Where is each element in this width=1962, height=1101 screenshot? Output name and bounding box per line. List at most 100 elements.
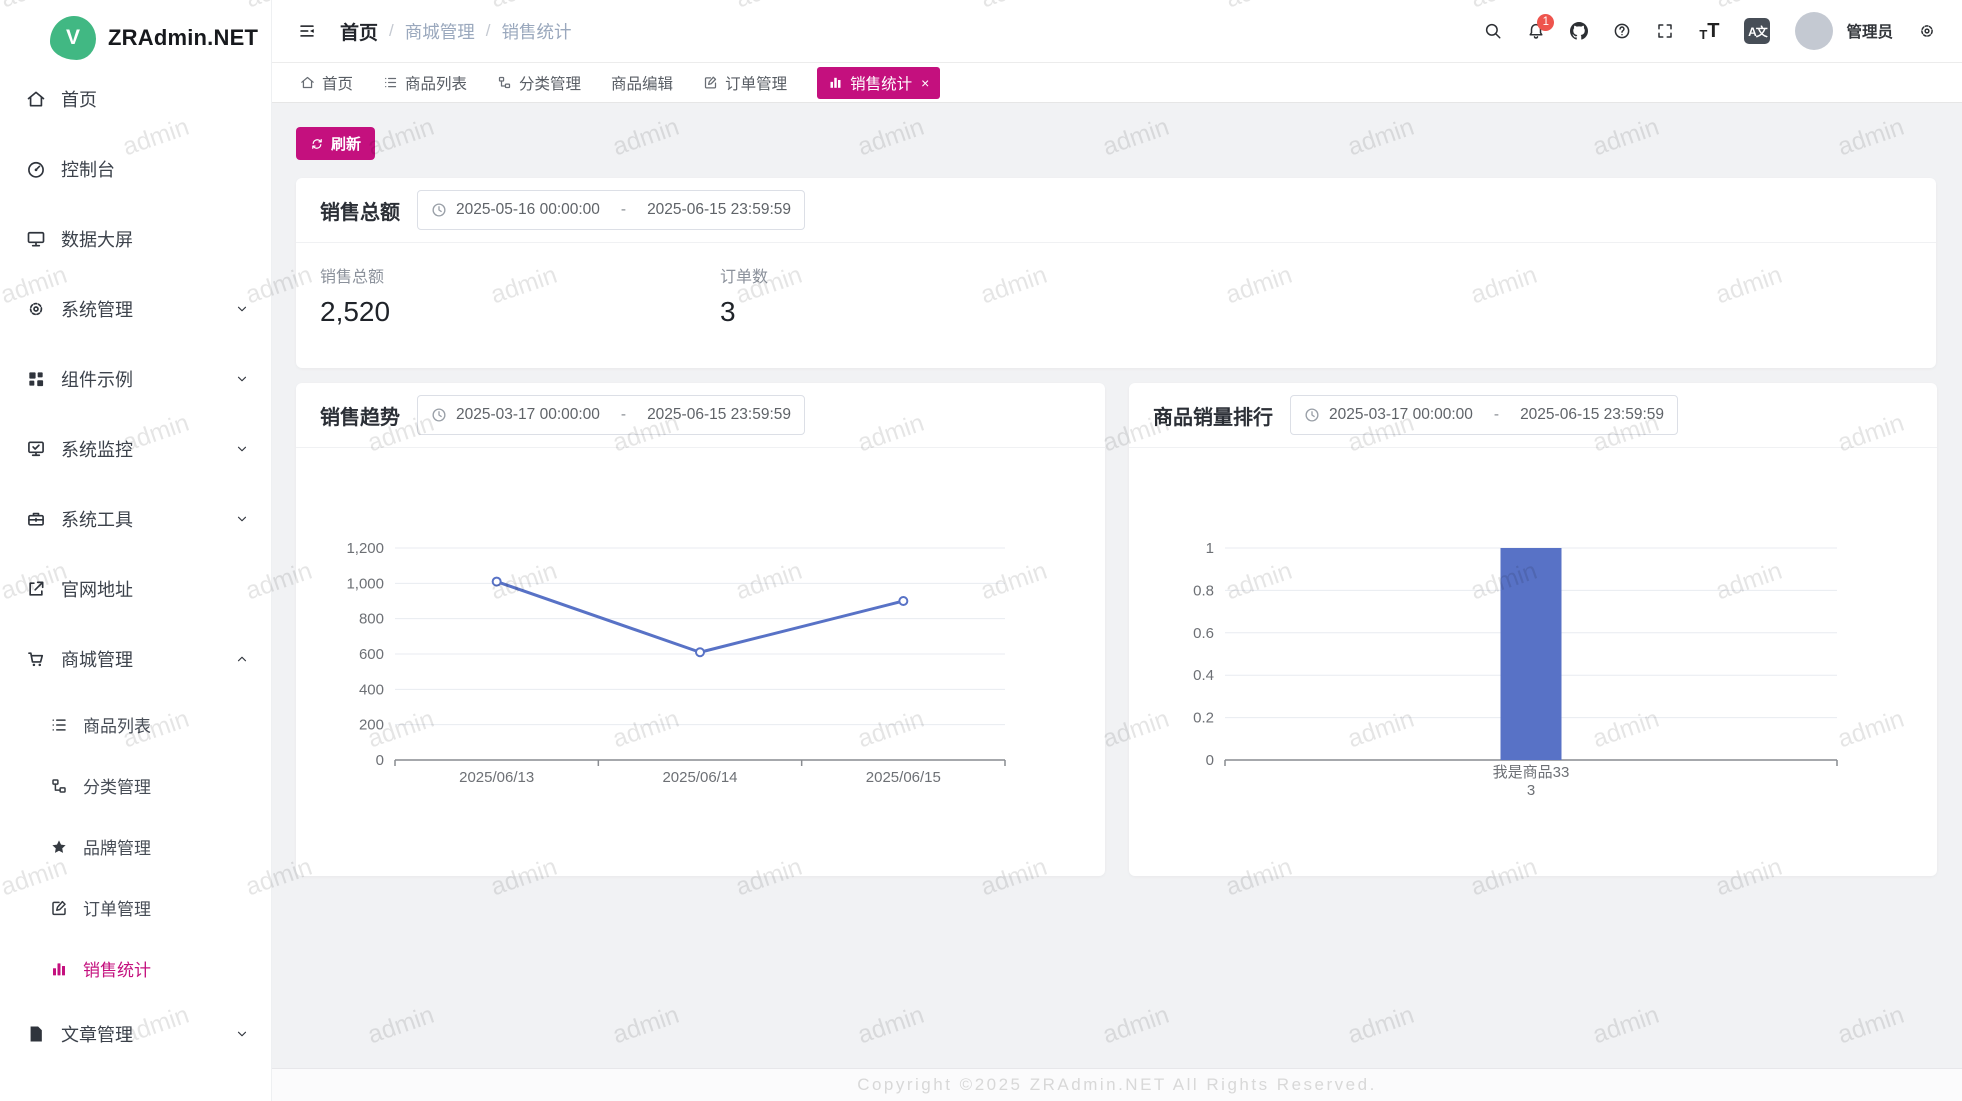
sidebar-item-tools[interactable]: 系统工具 xyxy=(0,484,271,554)
chevron-up-icon xyxy=(235,652,249,666)
svg-text:400: 400 xyxy=(359,681,384,698)
breadcrumb-separator: / xyxy=(389,21,394,41)
sales-total-card: 销售总额 2025-05-16 00:00:00 - 2025-06-15 23… xyxy=(296,178,1936,368)
monitor-icon xyxy=(26,439,46,459)
sidebar-item-order-admin[interactable]: 订单管理 xyxy=(0,877,271,938)
sidebar-item-system-admin[interactable]: 系统管理 xyxy=(0,274,271,344)
category-icon xyxy=(497,75,512,90)
card-header: 销售总额 2025-05-16 00:00:00 - 2025-06-15 23… xyxy=(296,178,1936,243)
clock-icon xyxy=(431,407,447,423)
chevron-down-icon xyxy=(235,442,249,456)
sidebar-item-website[interactable]: 官网地址 xyxy=(0,554,271,624)
svg-text:我是商品33: 我是商品33 xyxy=(1493,764,1570,781)
help-icon[interactable] xyxy=(1613,22,1631,40)
svg-text:0.2: 0.2 xyxy=(1193,710,1214,727)
sidebar-item-components[interactable]: 组件示例 xyxy=(0,344,271,414)
sidebar-item-monitoring[interactable]: 系统监控 xyxy=(0,414,271,484)
sidebar-item-product-list[interactable]: 商品列表 xyxy=(0,694,271,755)
external-link-icon xyxy=(26,579,46,599)
svg-text:0: 0 xyxy=(376,752,384,769)
user-name[interactable]: 管理员 xyxy=(1846,20,1893,42)
sidebar-item-label: 系统管理 xyxy=(61,296,133,322)
search-icon[interactable] xyxy=(1484,22,1502,40)
font-size-small: T xyxy=(1699,28,1707,41)
date-start: 2025-03-17 00:00:00 xyxy=(1329,406,1473,424)
logo-icon: V xyxy=(50,16,96,60)
tab-sales-stats[interactable]: 销售统计 × xyxy=(817,67,940,99)
stat-value: 3 xyxy=(720,296,1120,328)
notifications-button[interactable]: 1 xyxy=(1527,22,1545,40)
sidebar-item-articles[interactable]: 文章管理 xyxy=(0,999,271,1069)
card-title: 商品销量排行 xyxy=(1153,401,1273,430)
sidebar-item-brand-admin[interactable]: 品牌管理 xyxy=(0,816,271,877)
big-screen-icon xyxy=(26,229,46,249)
font-size-icon[interactable]: TT xyxy=(1699,21,1719,41)
svg-text:2025/06/14: 2025/06/14 xyxy=(662,769,737,786)
clock-icon xyxy=(431,202,447,218)
card-header: 销售趋势 2025-03-17 00:00:00 - 2025-06-15 23… xyxy=(296,383,1105,448)
tab-category-admin[interactable]: 分类管理 xyxy=(497,72,581,94)
date-range-picker[interactable]: 2025-03-17 00:00:00 - 2025-06-15 23:59:5… xyxy=(1290,395,1678,435)
sidebar-item-sales-stats[interactable]: 销售统计 xyxy=(0,938,271,999)
sidebar-fold-icon[interactable] xyxy=(298,22,316,40)
product-rank-card: 商品销量排行 2025-03-17 00:00:00 - 2025-06-15 … xyxy=(1129,383,1937,876)
svg-text:0.8: 0.8 xyxy=(1193,582,1214,599)
github-icon[interactable] xyxy=(1570,22,1588,40)
bar-chart-icon xyxy=(50,960,68,978)
sidebar-item-label: 系统工具 xyxy=(61,506,133,532)
stats-row: 销售总额 2,520 订单数 3 xyxy=(296,243,1936,328)
settings-gear-icon[interactable] xyxy=(1918,22,1936,40)
breadcrumb-mall[interactable]: 商城管理 xyxy=(405,19,475,44)
translate-icon[interactable]: A文 xyxy=(1744,18,1770,44)
close-icon[interactable]: × xyxy=(921,75,929,91)
chevron-down-icon xyxy=(235,512,249,526)
date-range-picker[interactable]: 2025-05-16 00:00:00 - 2025-06-15 23:59:5… xyxy=(417,190,805,230)
tab-label: 订单管理 xyxy=(725,72,787,94)
clock-icon xyxy=(1304,407,1320,423)
dashboard-icon xyxy=(26,159,46,179)
tab-product-edit[interactable]: 商品编辑 xyxy=(611,72,673,94)
tab-label: 商品列表 xyxy=(405,72,467,94)
sidebar-item-big-screen[interactable]: 数据大屏 xyxy=(0,204,271,274)
sidebar-item-label: 品牌管理 xyxy=(83,834,151,859)
sidebar-item-mall[interactable]: 商城管理 xyxy=(0,624,271,694)
sidebar-item-home[interactable]: 首页 xyxy=(0,64,271,134)
stat-value: 2,520 xyxy=(320,296,720,328)
tab-home[interactable]: 首页 xyxy=(300,72,353,94)
date-end: 2025-06-15 23:59:59 xyxy=(647,406,791,424)
sidebar-item-label: 控制台 xyxy=(61,156,115,182)
breadcrumb-sales-stats[interactable]: 销售统计 xyxy=(501,19,571,44)
fullscreen-icon[interactable] xyxy=(1656,22,1674,40)
list-icon xyxy=(383,75,398,90)
main-content: 刷新 销售总额 2025-05-16 00:00:00 - 2025-06-15… xyxy=(272,103,1962,1101)
stat-order-count: 订单数 3 xyxy=(720,263,1120,328)
sidebar-item-label: 商城管理 xyxy=(61,646,133,672)
chevron-down-icon xyxy=(235,1027,249,1041)
tab-bar: 首页 商品列表 分类管理 商品编辑 订单管理 销售统计 × xyxy=(272,63,1962,103)
grid-icon xyxy=(26,369,46,389)
list-icon xyxy=(50,716,68,734)
app-logo[interactable]: V ZRAdmin.NET xyxy=(0,0,271,64)
sidebar-item-category-admin[interactable]: 分类管理 xyxy=(0,755,271,816)
tab-order-admin[interactable]: 订单管理 xyxy=(703,72,787,94)
svg-text:800: 800 xyxy=(359,611,384,628)
document-icon xyxy=(26,1024,46,1044)
refresh-button[interactable]: 刷新 xyxy=(296,127,375,160)
svg-text:0: 0 xyxy=(1206,752,1214,769)
sales-trend-line-chart: 02004006008001,0001,2002025/06/132025/06… xyxy=(316,455,1086,855)
cart-icon xyxy=(26,649,46,669)
refresh-icon xyxy=(310,137,324,151)
card-title: 销售趋势 xyxy=(320,401,400,430)
svg-text:0.4: 0.4 xyxy=(1193,667,1214,684)
tab-product-list[interactable]: 商品列表 xyxy=(383,72,467,94)
sidebar: V ZRAdmin.NET 首页 控制台 数据大屏 系统管理 组件示例 系 xyxy=(0,0,272,1101)
avatar[interactable] xyxy=(1795,12,1833,50)
stat-label: 订单数 xyxy=(720,263,1120,287)
breadcrumb-home[interactable]: 首页 xyxy=(340,18,378,45)
date-range-picker[interactable]: 2025-03-17 00:00:00 - 2025-06-15 23:59:5… xyxy=(417,395,805,435)
sidebar-item-console[interactable]: 控制台 xyxy=(0,134,271,204)
sidebar-item-label: 官网地址 xyxy=(61,576,133,602)
tab-label: 分类管理 xyxy=(519,72,581,94)
sidebar-item-label: 商品列表 xyxy=(83,712,151,737)
tab-label: 首页 xyxy=(322,72,353,94)
